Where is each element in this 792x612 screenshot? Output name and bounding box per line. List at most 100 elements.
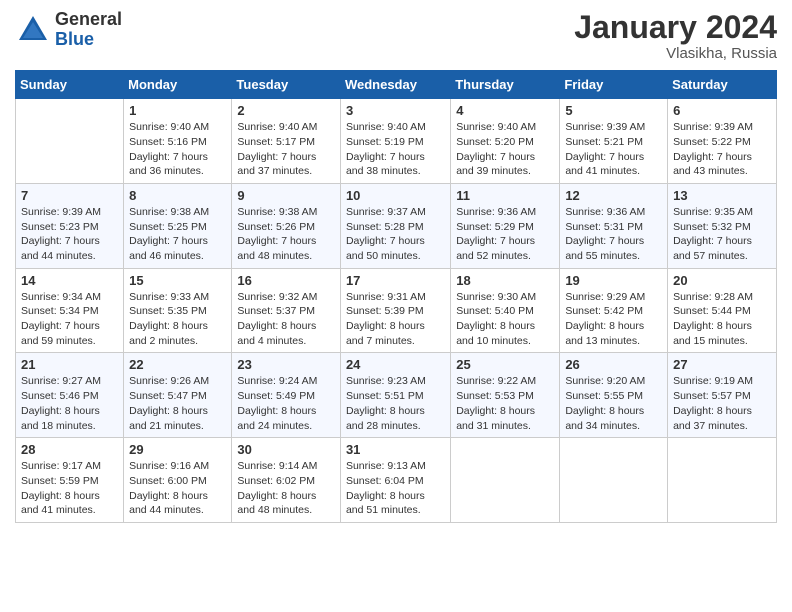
day-info: Sunrise: 9:36 AMSunset: 5:31 PMDaylight:… (565, 205, 662, 264)
day-number: 26 (565, 357, 662, 372)
table-row: 17Sunrise: 9:31 AMSunset: 5:39 PMDayligh… (340, 268, 450, 353)
day-info: Sunrise: 9:13 AMSunset: 6:04 PMDaylight:… (346, 459, 445, 518)
table-row: 9 Sunrise: 9:38 AMSunset: 5:26 PMDaylight… (232, 183, 341, 268)
day-info: Sunrise: 9:26 AMSunset: 5:47 PMDaylight:… (129, 374, 226, 433)
day-number: 22 (129, 357, 226, 372)
day-info: Sunrise: 9:37 AMSunset: 5:28 PMDaylight:… (346, 205, 445, 264)
day-info: Sunrise: 9:23 AMSunset: 5:51 PMDaylight:… (346, 374, 445, 433)
day-number: 2 (237, 103, 335, 118)
day-info: Sunrise: 9:20 AMSunset: 5:55 PMDaylight:… (565, 374, 662, 433)
table-row: 15Sunrise: 9:33 AMSunset: 5:35 PMDayligh… (124, 268, 232, 353)
day-number: 8 (129, 188, 226, 203)
day-number: 3 (346, 103, 445, 118)
day-number: 14 (21, 273, 118, 288)
table-row: 10 Sunrise: 9:37 AMSunset: 5:28 PMDayligh… (340, 183, 450, 268)
week-row-1: 1Sunrise: 9:40 AMSunset: 5:16 PMDaylight… (16, 99, 777, 184)
day-info: Sunrise: 9:39 AMSunset: 5:23 PMDaylight:… (21, 205, 118, 264)
month-title: January 2024 (574, 10, 777, 45)
day-info: Sunrise: 9:27 AMSunset: 5:46 PMDaylight:… (21, 374, 118, 433)
day-number: 21 (21, 357, 118, 372)
logo-general-text: General (55, 10, 122, 30)
day-info: Sunrise: 9:17 AMSunset: 5:59 PMDaylight:… (21, 459, 118, 518)
calendar-table: Sunday Monday Tuesday Wednesday Thursday… (15, 70, 777, 523)
day-number: 5 (565, 103, 662, 118)
title-block: January 2024 Vlasikha, Russia (574, 10, 777, 62)
day-number: 13 (673, 188, 771, 203)
day-number: 23 (237, 357, 335, 372)
table-row: 26 Sunrise: 9:20 AMSunset: 5:55 PMDayligh… (560, 353, 668, 438)
header: General Blue January 2024 Vlasikha, Russ… (15, 10, 777, 62)
day-info: Sunrise: 9:32 AMSunset: 5:37 PMDaylight:… (237, 290, 335, 349)
day-number: 27 (673, 357, 771, 372)
table-row: 4 Sunrise: 9:40 AMSunset: 5:20 PMDaylight… (451, 99, 560, 184)
day-info: Sunrise: 9:22 AMSunset: 5:53 PMDaylight:… (456, 374, 554, 433)
day-info: Sunrise: 9:19 AMSunset: 5:57 PMDaylight:… (673, 374, 771, 433)
week-row-4: 21 Sunrise: 9:27 AMSunset: 5:46 PMDayligh… (16, 353, 777, 438)
day-number: 28 (21, 442, 118, 457)
col-wednesday: Wednesday (340, 71, 450, 99)
day-info: Sunrise: 9:39 AMSunset: 5:22 PMDaylight:… (673, 120, 771, 179)
col-sunday: Sunday (16, 71, 124, 99)
table-row: 1Sunrise: 9:40 AMSunset: 5:16 PMDaylight… (124, 99, 232, 184)
table-row: 31 Sunrise: 9:13 AMSunset: 6:04 PMDayligh… (340, 438, 450, 523)
day-number: 31 (346, 442, 445, 457)
calendar-header-row: Sunday Monday Tuesday Wednesday Thursday… (16, 71, 777, 99)
day-info: Sunrise: 9:16 AMSunset: 6:00 PMDaylight:… (129, 459, 226, 518)
col-saturday: Saturday (668, 71, 777, 99)
table-row (451, 438, 560, 523)
table-row: 11Sunrise: 9:36 AMSunset: 5:29 PMDayligh… (451, 183, 560, 268)
day-info: Sunrise: 9:30 AMSunset: 5:40 PMDaylight:… (456, 290, 554, 349)
day-info: Sunrise: 9:40 AMSunset: 5:20 PMDaylight:… (456, 120, 554, 179)
day-info: Sunrise: 9:38 AMSunset: 5:25 PMDaylight:… (129, 205, 226, 264)
col-thursday: Thursday (451, 71, 560, 99)
day-number: 6 (673, 103, 771, 118)
week-row-3: 14Sunrise: 9:34 AMSunset: 5:34 PMDayligh… (16, 268, 777, 353)
table-row: 16 Sunrise: 9:32 AMSunset: 5:37 PMDayligh… (232, 268, 341, 353)
week-row-2: 7 Sunrise: 9:39 AMSunset: 5:23 PMDaylight… (16, 183, 777, 268)
page: General Blue January 2024 Vlasikha, Russ… (0, 0, 792, 612)
table-row: 8 Sunrise: 9:38 AMSunset: 5:25 PMDaylight… (124, 183, 232, 268)
day-info: Sunrise: 9:39 AMSunset: 5:21 PMDaylight:… (565, 120, 662, 179)
day-info: Sunrise: 9:38 AMSunset: 5:26 PMDaylight:… (237, 205, 335, 264)
table-row: 18 Sunrise: 9:30 AMSunset: 5:40 PMDayligh… (451, 268, 560, 353)
table-row: 13 Sunrise: 9:35 AMSunset: 5:32 PMDayligh… (668, 183, 777, 268)
table-row (668, 438, 777, 523)
day-number: 10 (346, 188, 445, 203)
day-info: Sunrise: 9:40 AMSunset: 5:16 PMDaylight:… (129, 120, 226, 179)
day-number: 30 (237, 442, 335, 457)
week-row-5: 28 Sunrise: 9:17 AMSunset: 5:59 PMDayligh… (16, 438, 777, 523)
day-number: 12 (565, 188, 662, 203)
table-row: 24Sunrise: 9:23 AMSunset: 5:51 PMDayligh… (340, 353, 450, 438)
table-row: 19 Sunrise: 9:29 AMSunset: 5:42 PMDayligh… (560, 268, 668, 353)
table-row: 22 Sunrise: 9:26 AMSunset: 5:47 PMDayligh… (124, 353, 232, 438)
day-info: Sunrise: 9:14 AMSunset: 6:02 PMDaylight:… (237, 459, 335, 518)
table-row (16, 99, 124, 184)
table-row: 29 Sunrise: 9:16 AMSunset: 6:00 PMDayligh… (124, 438, 232, 523)
day-info: Sunrise: 9:35 AMSunset: 5:32 PMDaylight:… (673, 205, 771, 264)
col-friday: Friday (560, 71, 668, 99)
day-number: 4 (456, 103, 554, 118)
logo: General Blue (15, 10, 122, 50)
day-number: 9 (237, 188, 335, 203)
day-number: 15 (129, 273, 226, 288)
day-number: 7 (21, 188, 118, 203)
day-info: Sunrise: 9:40 AMSunset: 5:17 PMDaylight:… (237, 120, 335, 179)
day-info: Sunrise: 9:29 AMSunset: 5:42 PMDaylight:… (565, 290, 662, 349)
table-row: 20Sunrise: 9:28 AMSunset: 5:44 PMDayligh… (668, 268, 777, 353)
col-tuesday: Tuesday (232, 71, 341, 99)
day-number: 16 (237, 273, 335, 288)
day-number: 19 (565, 273, 662, 288)
table-row: 6 Sunrise: 9:39 AMSunset: 5:22 PMDaylight… (668, 99, 777, 184)
day-info: Sunrise: 9:24 AMSunset: 5:49 PMDaylight:… (237, 374, 335, 433)
day-number: 29 (129, 442, 226, 457)
table-row: 28 Sunrise: 9:17 AMSunset: 5:59 PMDayligh… (16, 438, 124, 523)
logo-blue-text: Blue (55, 30, 122, 50)
table-row: 25 Sunrise: 9:22 AMSunset: 5:53 PMDayligh… (451, 353, 560, 438)
day-number: 25 (456, 357, 554, 372)
table-row: 12 Sunrise: 9:36 AMSunset: 5:31 PMDayligh… (560, 183, 668, 268)
table-row: 21 Sunrise: 9:27 AMSunset: 5:46 PMDayligh… (16, 353, 124, 438)
day-number: 18 (456, 273, 554, 288)
table-row: 7 Sunrise: 9:39 AMSunset: 5:23 PMDaylight… (16, 183, 124, 268)
table-row: 2 Sunrise: 9:40 AMSunset: 5:17 PMDaylight… (232, 99, 341, 184)
table-row (560, 438, 668, 523)
